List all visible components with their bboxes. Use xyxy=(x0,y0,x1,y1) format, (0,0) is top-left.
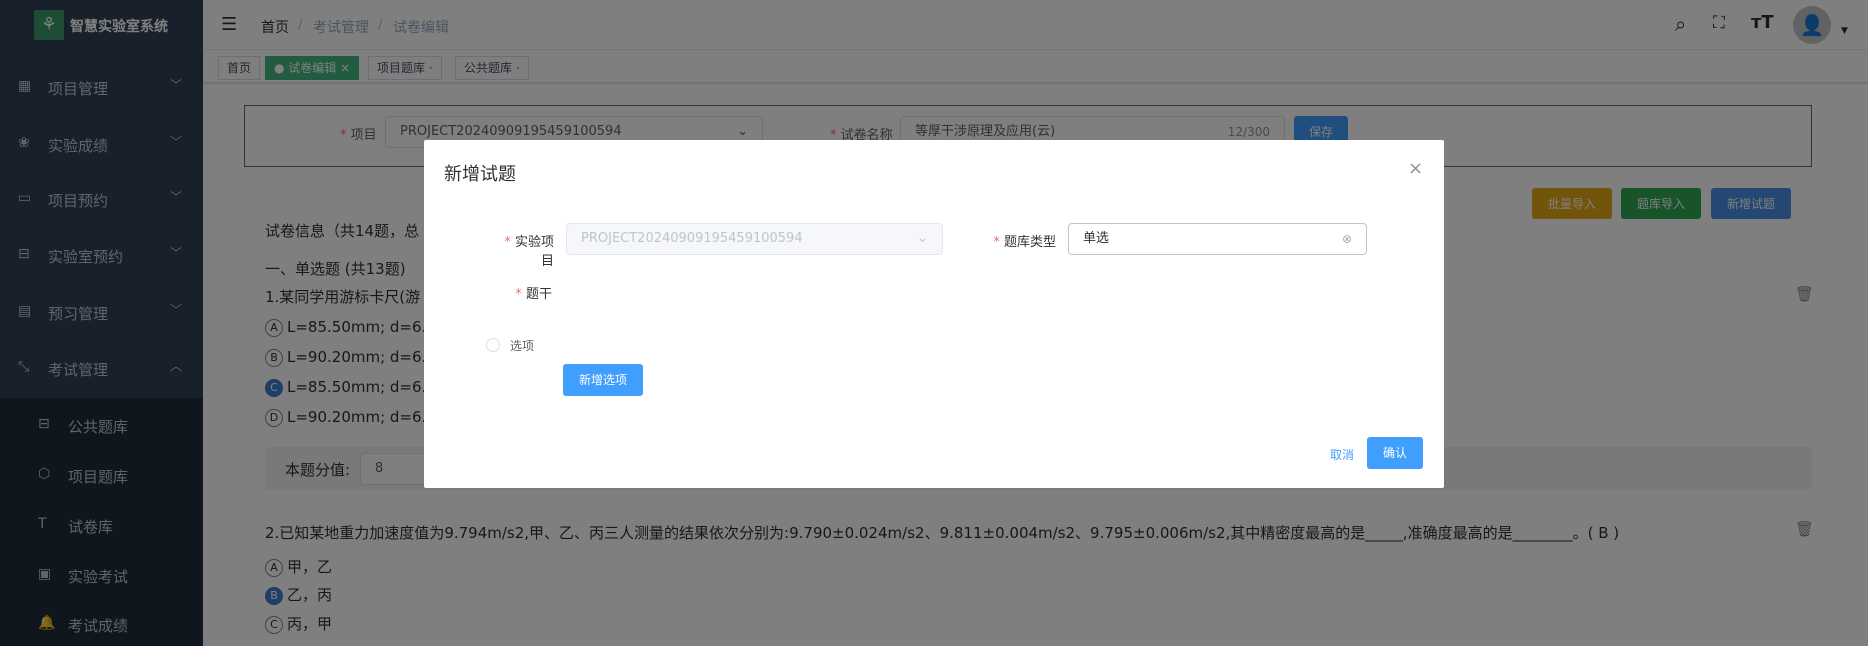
bank-type-label: * 题库类型 xyxy=(993,235,1056,250)
add-question-dialog: 新增试题 × * 实验项目 PROJECT2024090919545910059… xyxy=(424,140,1444,488)
project-label: * 实验项目 xyxy=(504,235,554,269)
cancel-button[interactable]: 取消 xyxy=(1330,446,1354,463)
add-option-button[interactable]: 新增选项 xyxy=(563,364,643,396)
option-radio[interactable] xyxy=(486,338,500,352)
stem-label: * 题干 xyxy=(515,287,552,302)
dialog-title: 新增试题 xyxy=(444,164,516,185)
clear-icon[interactable]: ⊗ xyxy=(1342,224,1352,254)
option-label: 选项 xyxy=(510,339,535,353)
bank-type-select[interactable]: 单选 ⊗ xyxy=(1068,223,1367,255)
close-icon[interactable]: × xyxy=(1408,158,1423,179)
chevron-down-icon: ⌄ xyxy=(917,231,928,246)
confirm-button[interactable]: 确认 xyxy=(1367,437,1423,469)
project-select[interactable]: PROJECT20240909195459100594⌄ xyxy=(566,223,943,255)
